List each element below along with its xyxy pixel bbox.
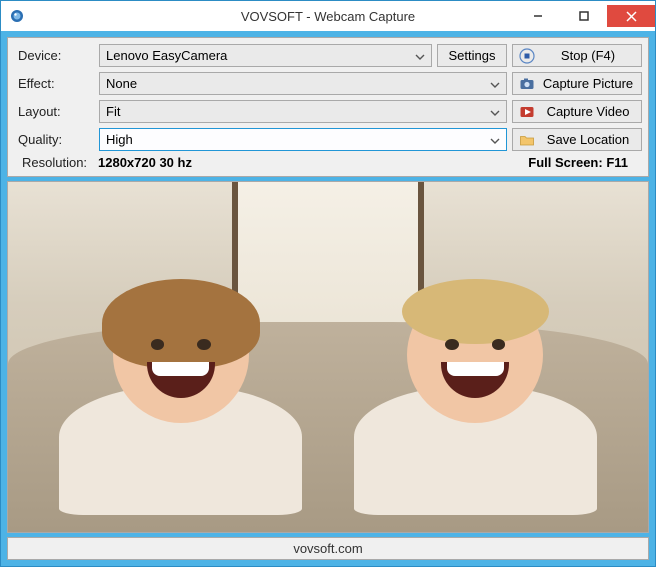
capture-picture-button[interactable]: Capture Picture: [512, 72, 642, 95]
layout-dropdown[interactable]: Fit: [99, 100, 507, 123]
device-label: Device:: [14, 48, 94, 63]
body: Device: Lenovo EasyCamera Settings Stop …: [7, 37, 649, 560]
chevron-down-icon: [490, 76, 500, 91]
quality-dropdown[interactable]: High: [99, 128, 507, 151]
capture-video-button[interactable]: Capture Video: [512, 100, 642, 123]
folder-icon: [519, 132, 535, 148]
effect-label: Effect:: [14, 76, 94, 91]
capture-picture-label: Capture Picture: [541, 76, 635, 91]
chevron-down-icon: [490, 132, 500, 147]
quality-label: Quality:: [14, 132, 94, 147]
stop-icon: [519, 48, 535, 64]
close-button[interactable]: [607, 5, 655, 27]
resolution-value: 1280x720 30 hz: [98, 155, 528, 170]
maximize-button[interactable]: [561, 5, 607, 27]
settings-button[interactable]: Settings: [437, 44, 507, 67]
capture-video-label: Capture Video: [541, 104, 635, 119]
stop-button[interactable]: Stop (F4): [512, 44, 642, 67]
footer-link[interactable]: vovsoft.com: [7, 537, 649, 560]
chevron-down-icon: [490, 104, 500, 119]
settings-label: Settings: [444, 48, 500, 63]
device-value: Lenovo EasyCamera: [106, 48, 227, 63]
resolution-label: Resolution:: [18, 155, 98, 170]
device-dropdown[interactable]: Lenovo EasyCamera: [99, 44, 432, 67]
effect-dropdown[interactable]: None: [99, 72, 507, 95]
minimize-button[interactable]: [515, 5, 561, 27]
titlebar: VOVSOFT - Webcam Capture: [1, 1, 655, 31]
camera-icon: [519, 76, 535, 92]
stop-label: Stop (F4): [541, 48, 635, 63]
save-location-label: Save Location: [541, 132, 635, 147]
quality-value: High: [106, 132, 133, 147]
controls-panel: Device: Lenovo EasyCamera Settings Stop …: [7, 37, 649, 177]
chevron-down-icon: [415, 48, 425, 63]
fullscreen-hint: Full Screen: F11: [528, 155, 638, 170]
effect-value: None: [106, 76, 137, 91]
save-location-button[interactable]: Save Location: [512, 128, 642, 151]
app-icon: [9, 8, 25, 24]
preview-scene: [8, 182, 648, 532]
record-icon: [519, 104, 535, 120]
window-controls: [515, 5, 655, 27]
webcam-preview: [7, 181, 649, 533]
app-window: VOVSOFT - Webcam Capture Device: Lenovo …: [0, 0, 656, 567]
layout-label: Layout:: [14, 104, 94, 119]
status-row: Resolution: 1280x720 30 hz Full Screen: …: [14, 151, 642, 170]
layout-value: Fit: [106, 104, 120, 119]
